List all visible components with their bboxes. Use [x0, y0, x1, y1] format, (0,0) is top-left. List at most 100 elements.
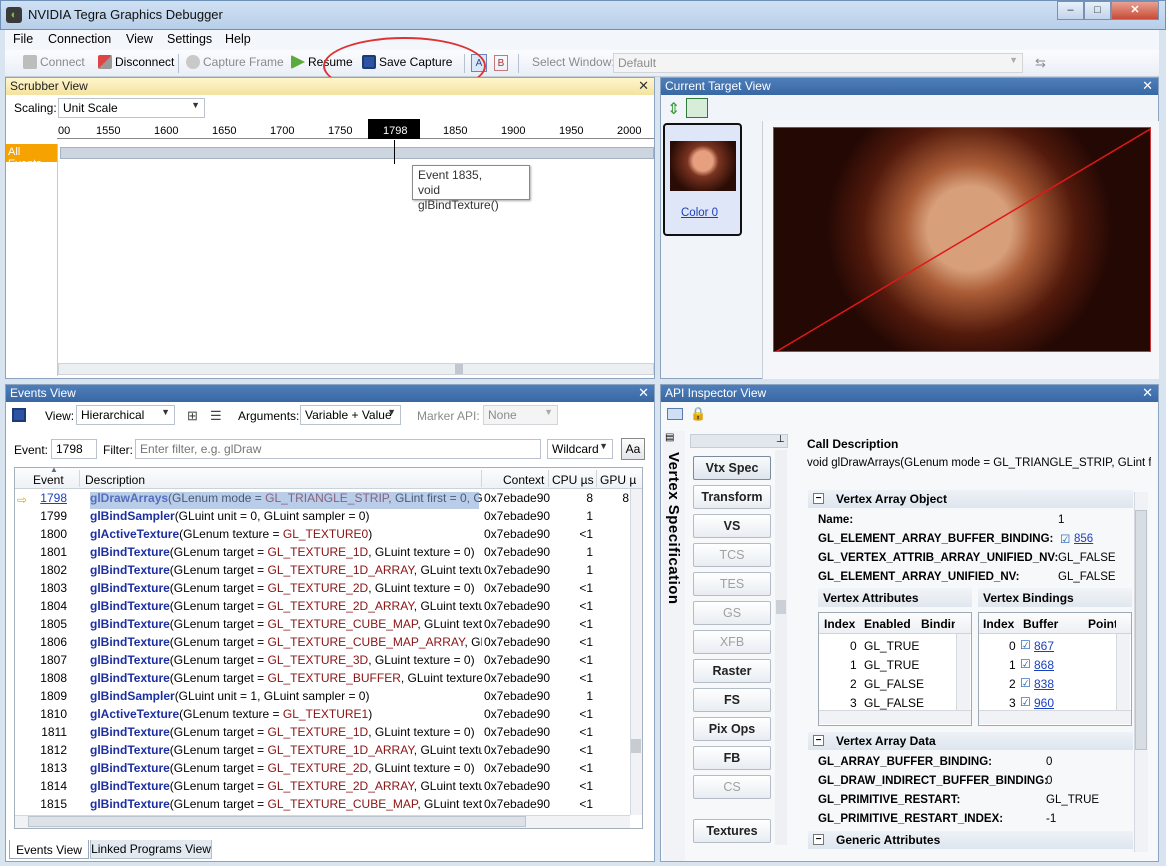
disconnect-button[interactable]: Disconnect: [98, 55, 174, 69]
events-vertical-scrollbar[interactable]: [630, 489, 642, 815]
attr-scrollbar[interactable]: [956, 634, 970, 710]
close-button[interactable]: ✕: [1111, 1, 1159, 20]
all-events-track[interactable]: [60, 147, 654, 159]
table-row[interactable]: 1815 glBindTexture(GLenum target = GL_TEX…: [15, 797, 642, 815]
stage-pix-ops-button[interactable]: Pix Ops: [693, 717, 771, 741]
column-cpu[interactable]: CPU µs: [552, 473, 594, 487]
table-row[interactable]: 1813 glBindTexture(GLenum target = GL_TEX…: [15, 761, 642, 779]
close-icon[interactable]: ✕: [638, 78, 649, 94]
scroll-thumb[interactable]: [1135, 510, 1147, 750]
select-window-dropdown[interactable]: Default ▼: [613, 53, 1023, 73]
table-row[interactable]: 1801 glBindTexture(GLenum target = GL_TEX…: [15, 545, 642, 563]
tab-linked-programs-view[interactable]: Linked Programs View: [90, 840, 212, 859]
menu-file[interactable]: File: [13, 32, 33, 46]
tree-expand-icon[interactable]: ⊞: [187, 408, 198, 424]
close-icon[interactable]: ✕: [638, 385, 649, 401]
bind-hscrollbar[interactable]: [979, 710, 1131, 724]
list-icon[interactable]: ☰: [210, 408, 222, 424]
close-icon[interactable]: ✕: [1142, 385, 1153, 401]
bind-buffer-link[interactable]: 867: [1034, 639, 1054, 653]
maximize-button[interactable]: □: [1084, 1, 1111, 20]
tab-events-view[interactable]: Events View: [9, 840, 89, 859]
event-number-input[interactable]: [51, 439, 97, 459]
table-row[interactable]: 1814 glBindTexture(GLenum target = GL_TEX…: [15, 779, 642, 797]
scroll-thumb[interactable]: [455, 364, 463, 374]
view-dropdown[interactable]: Hierarchical ▼: [76, 405, 175, 425]
connect-button[interactable]: Connect: [23, 55, 85, 69]
table-row[interactable]: 1802 glBindTexture(GLenum target = GL_TEX…: [15, 563, 642, 581]
table-row[interactable]: 1807 glBindTexture(GLenum target = GL_TEX…: [15, 653, 642, 671]
stage-cs-button[interactable]: CS: [693, 775, 771, 799]
attr-hscrollbar[interactable]: [819, 710, 971, 724]
generic-attributes-header[interactable]: − Generic Attributes: [808, 831, 1133, 849]
stage-vtx-spec-button[interactable]: Vtx Spec: [693, 456, 771, 480]
menu-view[interactable]: View: [126, 32, 153, 46]
table-row[interactable]: 1811 glBindTexture(GLenum target = GL_TEX…: [15, 725, 642, 743]
table-row[interactable]: 1808 glBindTexture(GLenum target = GL_TEX…: [15, 671, 642, 689]
view-toggle-icon[interactable]: [686, 98, 708, 118]
argument-text: (GLenum target =: [169, 635, 268, 649]
menu-connection[interactable]: Connection: [48, 32, 111, 46]
bind-scrollbar[interactable]: [1116, 634, 1130, 710]
filter-input[interactable]: [135, 439, 541, 459]
vao-buffer-link[interactable]: 856: [1074, 533, 1093, 545]
table-row[interactable]: 1812 glBindTexture(GLenum target = GL_TEX…: [15, 743, 642, 761]
table-row[interactable]: 1810 glActiveTexture(GLenum texture = GL_…: [15, 707, 642, 725]
stage-vs-button[interactable]: VS: [693, 514, 771, 538]
stage-textures-button[interactable]: Textures: [693, 819, 771, 843]
minimize-button[interactable]: –: [1057, 1, 1084, 20]
bind-buffer-link[interactable]: 960: [1034, 696, 1054, 710]
stage-tcs-button[interactable]: TCS: [693, 543, 771, 567]
layout-icon[interactable]: [667, 408, 683, 420]
table-row[interactable]: 1799 glBindSampler(GLuint unit = 0, GLuin…: [15, 509, 642, 527]
close-icon[interactable]: ✕: [1142, 78, 1153, 94]
vao-section-header[interactable]: − Vertex Array Object: [808, 490, 1133, 508]
pin-icon[interactable]: ⊥: [776, 434, 785, 445]
refresh-icon[interactable]: ⇆: [1035, 55, 1046, 71]
pane-icon[interactable]: ▤: [665, 432, 674, 443]
capture-frame-button[interactable]: Capture Frame: [186, 55, 284, 69]
wildcard-dropdown[interactable]: Wildcard ▼: [547, 439, 613, 459]
save-icon[interactable]: [12, 408, 26, 422]
scrubber-horizontal-scrollbar[interactable]: [58, 363, 654, 375]
collapse-icon[interactable]: −: [813, 493, 824, 504]
column-description[interactable]: Description: [85, 473, 145, 487]
scaling-dropdown[interactable]: Unit Scale ▼: [58, 98, 205, 118]
lock-icon[interactable]: 🔒: [690, 406, 706, 422]
stage-xfb-button[interactable]: XFB: [693, 630, 771, 654]
column-event[interactable]: Event: [33, 473, 64, 487]
stage-gs-button[interactable]: GS: [693, 601, 771, 625]
stage-scrollbar[interactable]: [775, 450, 787, 845]
table-row[interactable]: 1806 glBindTexture(GLenum target = GL_TEX…: [15, 635, 642, 653]
table-row[interactable]: 1803 glBindTexture(GLenum target = GL_TEX…: [15, 581, 642, 599]
profile-b-button[interactable]: B: [494, 55, 508, 71]
menu-help[interactable]: Help: [225, 32, 251, 46]
vad-section-header[interactable]: − Vertex Array Data: [808, 732, 1133, 750]
stage-raster-button[interactable]: Raster: [693, 659, 771, 683]
sort-arrows-icon[interactable]: ⇕: [667, 99, 680, 119]
table-row[interactable]: 1805 glBindTexture(GLenum target = GL_TEX…: [15, 617, 642, 635]
color-0-link[interactable]: Color 0: [681, 207, 718, 219]
collapse-icon[interactable]: −: [813, 834, 824, 845]
scroll-thumb[interactable]: [28, 816, 526, 827]
stage-fs-button[interactable]: FS: [693, 688, 771, 712]
vao-value: GL_FALSE: [1058, 552, 1116, 564]
match-case-button[interactable]: Aa: [621, 438, 645, 460]
stage-tes-button[interactable]: TES: [693, 572, 771, 596]
scroll-thumb[interactable]: [631, 739, 641, 753]
scroll-thumb[interactable]: [776, 600, 786, 614]
table-row[interactable]: 1800 glActiveTexture(GLenum texture = GL_…: [15, 527, 642, 545]
collapse-icon[interactable]: −: [813, 735, 824, 746]
bind-buffer-link[interactable]: 838: [1034, 677, 1054, 691]
marker-api-dropdown[interactable]: None ▼: [483, 405, 558, 425]
menu-settings[interactable]: Settings: [167, 32, 212, 46]
arguments-dropdown[interactable]: Variable + Value ▼: [300, 405, 401, 425]
vao-key: Name:: [818, 514, 854, 526]
stage-transform-button[interactable]: Transform: [693, 485, 771, 509]
bind-buffer-link[interactable]: 868: [1034, 658, 1054, 672]
table-row[interactable]: 1809 glBindSampler(GLuint unit = 1, GLuin…: [15, 689, 642, 707]
column-gpu[interactable]: GPU µ: [600, 473, 636, 487]
stage-fb-button[interactable]: FB: [693, 746, 771, 770]
table-row[interactable]: 1804 glBindTexture(GLenum target = GL_TEX…: [15, 599, 642, 617]
column-context[interactable]: Context: [503, 473, 544, 487]
